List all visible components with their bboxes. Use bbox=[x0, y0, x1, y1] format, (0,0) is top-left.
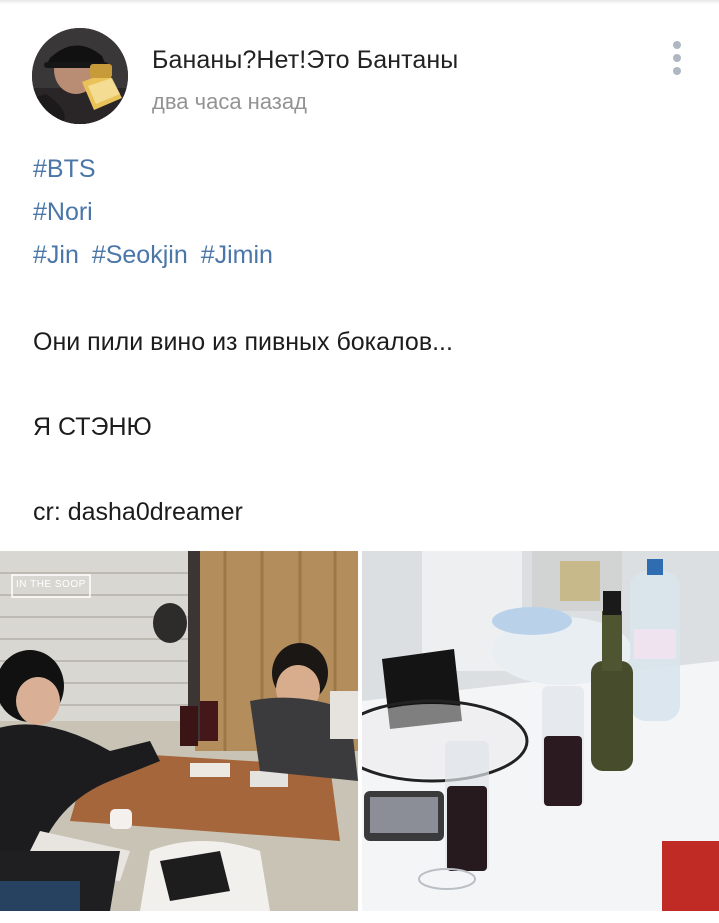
hashtag-line: #BTS bbox=[33, 154, 102, 184]
hashtag-link[interactable]: #Nori bbox=[33, 198, 93, 226]
post-card: Бананы?Нет!Это Бантаны два часа назад #B… bbox=[0, 0, 719, 923]
hashtag-link[interactable]: #Jimin bbox=[201, 241, 273, 269]
post-text-line: Я СТЭНЮ bbox=[33, 413, 152, 441]
photo-left[interactable]: IN THE SOOP bbox=[0, 551, 358, 911]
avatar-image bbox=[32, 28, 128, 124]
post-header: Бананы?Нет!Это Бантаны два часа назад bbox=[0, 0, 719, 140]
post-time[interactable]: два часа назад bbox=[152, 89, 307, 115]
hashtag-link[interactable]: #Jin bbox=[33, 241, 79, 269]
photo-right[interactable] bbox=[362, 551, 719, 911]
avatar[interactable] bbox=[32, 28, 128, 124]
post-text-line: cr: dasha0dreamer bbox=[33, 498, 243, 526]
hashtag-link[interactable]: #BTS bbox=[33, 155, 96, 183]
photo-right-image bbox=[362, 551, 719, 911]
bottom-spacer bbox=[0, 911, 719, 923]
menu-dot bbox=[673, 41, 681, 49]
menu-dot bbox=[673, 54, 681, 62]
hashtag-line: #Jin #Seokjin #Jimin bbox=[33, 240, 279, 270]
more-vertical-icon[interactable] bbox=[660, 38, 694, 78]
photo-left-image bbox=[0, 551, 358, 911]
author-name[interactable]: Бананы?Нет!Это Бантаны bbox=[152, 46, 458, 75]
menu-dot bbox=[673, 67, 681, 75]
post-text-line: Они пили вино из пивных бокалов... bbox=[33, 328, 453, 356]
hashtag-link[interactable]: #Seokjin bbox=[92, 241, 188, 269]
watermark-label: IN THE SOOP bbox=[16, 579, 86, 590]
hashtag-line: #Nori bbox=[33, 197, 99, 227]
